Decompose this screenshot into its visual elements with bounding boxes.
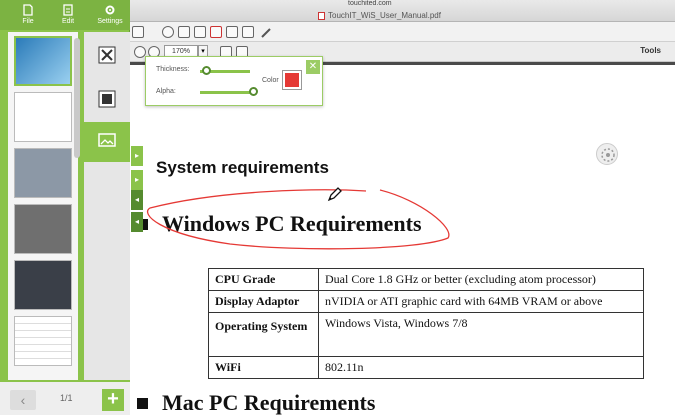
gear-icon[interactable] bbox=[162, 26, 174, 38]
prev-page-icon[interactable]: ‹ bbox=[10, 390, 36, 410]
table-value: 802.11n bbox=[318, 356, 644, 379]
thumbnail-list bbox=[8, 32, 78, 380]
app-window: touchited.com TouchIT_WiS_User_Manual.pd… bbox=[0, 0, 675, 415]
image-icon bbox=[98, 133, 116, 147]
tools-button[interactable] bbox=[84, 36, 130, 76]
sidebar-menu-bar: File Edit Settings bbox=[0, 0, 130, 30]
thumbnail-bluegray[interactable] bbox=[14, 148, 72, 198]
expand-tab[interactable]: ▸ bbox=[131, 170, 143, 190]
background-icon bbox=[98, 90, 116, 108]
table-row: Display Adaptor nVIDIA or ATI graphic ca… bbox=[208, 290, 644, 313]
thickness-slider-knob[interactable] bbox=[201, 66, 211, 75]
settings-label: Settings bbox=[97, 18, 123, 25]
collapse-tab[interactable]: ◂ bbox=[131, 190, 143, 210]
table-key: Operating System bbox=[208, 312, 319, 357]
file-icon bbox=[23, 4, 33, 16]
settings-icon bbox=[105, 5, 115, 15]
thumbnail-scrollbar[interactable] bbox=[74, 38, 80, 158]
thumbnail-dark[interactable] bbox=[14, 260, 72, 310]
document-filename: TouchIT_WiS_User_Manual.pdf bbox=[318, 11, 441, 20]
bullet-marker bbox=[137, 398, 148, 409]
filename-text: TouchIT_WiS_User_Manual.pdf bbox=[328, 11, 441, 20]
thumbnail-gray[interactable] bbox=[14, 204, 72, 254]
table-key: WiFi bbox=[208, 356, 319, 379]
section-heading: System requirements bbox=[156, 158, 329, 177]
table-key: Display Adaptor bbox=[208, 290, 319, 313]
table-value: Dual Core 1.8 GHz or better (excluding a… bbox=[318, 268, 644, 291]
table-row: Operating System Windows Vista, Windows … bbox=[208, 312, 644, 357]
alpha-label: Alpha: bbox=[156, 88, 176, 95]
pencil-cursor-icon bbox=[327, 186, 343, 202]
site-address: touchited.com bbox=[348, 0, 392, 7]
annotation-toolbar bbox=[130, 22, 675, 42]
thumbnail-grid[interactable] bbox=[14, 316, 72, 366]
settings-menu-button[interactable]: Settings bbox=[90, 2, 130, 28]
expand-tab[interactable]: ▸ bbox=[131, 146, 143, 166]
windows-heading: Windows PC Requirements bbox=[162, 211, 422, 236]
close-icon[interactable]: ✕ bbox=[306, 60, 320, 74]
background-button[interactable] bbox=[84, 80, 130, 120]
collapse-tab[interactable]: ◂ bbox=[131, 212, 143, 232]
page-indicator: 1/1 bbox=[60, 393, 73, 403]
left-sidebar: File Edit Settings bbox=[0, 0, 130, 380]
edit-label: Edit bbox=[61, 18, 75, 25]
table-row: WiFi 802.11n bbox=[208, 356, 644, 379]
thumbnail-blank[interactable] bbox=[14, 92, 72, 142]
stamp-icon[interactable] bbox=[210, 26, 222, 38]
focus-icon[interactable] bbox=[596, 143, 618, 165]
table-key: CPU Grade bbox=[208, 268, 319, 291]
tools-button[interactable]: Tools bbox=[640, 46, 661, 55]
alpha-slider-knob[interactable] bbox=[248, 87, 258, 96]
pen-settings-popover: Thickness: Alpha: Color ✕ bbox=[145, 56, 323, 106]
table-value: nVIDIA or ATI graphic card with 64MB VRA… bbox=[318, 290, 644, 313]
add-page-icon[interactable]: + bbox=[102, 389, 124, 411]
file-label: File bbox=[22, 18, 34, 25]
color-label: Color bbox=[262, 77, 279, 84]
page-navigator: ‹ 1/1 + bbox=[0, 380, 130, 415]
mail-icon[interactable] bbox=[132, 26, 144, 38]
pen-icon[interactable] bbox=[260, 26, 272, 38]
requirements-table: CPU Grade Dual Core 1.8 GHz or better (e… bbox=[208, 268, 644, 379]
table-value: Windows Vista, Windows 7/8 bbox=[318, 312, 644, 357]
tools-icon bbox=[98, 46, 116, 64]
edit-menu-button[interactable]: Edit bbox=[48, 2, 88, 28]
table-row: CPU Grade Dual Core 1.8 GHz or better (e… bbox=[208, 268, 644, 291]
mac-heading: Mac PC Requirements bbox=[162, 390, 376, 415]
color-swatch[interactable] bbox=[282, 70, 302, 90]
alpha-slider[interactable] bbox=[200, 91, 256, 94]
image-button[interactable] bbox=[84, 122, 130, 162]
file-menu-button[interactable]: File bbox=[8, 2, 48, 28]
thickness-label: Thickness: bbox=[156, 66, 190, 73]
thumbnail-desktop[interactable] bbox=[14, 36, 72, 86]
tool-column bbox=[84, 32, 130, 380]
export-icon[interactable] bbox=[242, 26, 254, 38]
attach-icon[interactable] bbox=[226, 26, 238, 38]
edit-icon bbox=[63, 4, 73, 16]
comment-icon[interactable] bbox=[178, 26, 190, 38]
note-icon[interactable] bbox=[194, 26, 206, 38]
